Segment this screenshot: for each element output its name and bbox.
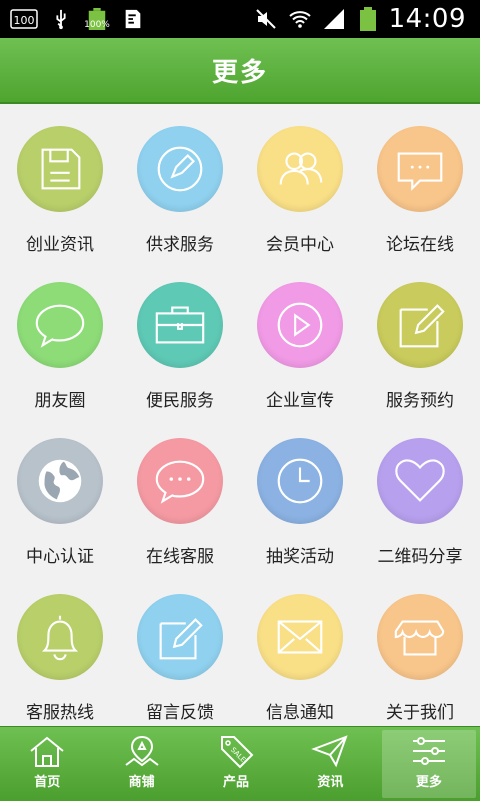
globe-icon <box>38 459 82 503</box>
nav-label: 资讯 <box>317 775 344 790</box>
grid-item-label: 客服热线 <box>26 703 94 723</box>
icon-circle <box>257 594 343 680</box>
grid-item-online-service[interactable]: 在线客服 <box>120 416 240 572</box>
grid-item-label: 会员中心 <box>266 235 334 255</box>
clock-time: 14:09 <box>388 4 466 34</box>
icon-circle <box>377 282 463 368</box>
home-icon <box>30 736 64 767</box>
icon-circle <box>137 438 223 524</box>
grid-item-friends-circle[interactable]: 朋友圈 <box>0 260 120 416</box>
nav-label: 首页 <box>34 775 61 790</box>
nav-item-news[interactable]: 资讯 <box>283 727 377 801</box>
nav-label: 产品 <box>223 775 250 790</box>
grid-item-promotion[interactable]: 企业宣传 <box>240 260 360 416</box>
icon-circle <box>137 594 223 680</box>
pencil-circle-icon <box>157 146 203 192</box>
grid-item-label: 关于我们 <box>386 703 454 723</box>
icon-circle <box>377 594 463 680</box>
sim-card-icon: 100 <box>10 6 38 32</box>
sale-tag-icon: SALE <box>221 736 254 769</box>
paper-plane-icon <box>311 735 349 768</box>
svg-text:100: 100 <box>14 14 35 27</box>
grid-item-label: 抽奖活动 <box>266 547 334 567</box>
wifi-icon <box>287 6 313 32</box>
grid-item-forum-online[interactable]: 论坛在线 <box>360 104 480 260</box>
grid-item-label: 二维码分享 <box>377 547 463 567</box>
battery-full-icon: 100% <box>84 6 110 32</box>
page-title: 更多 <box>211 57 268 88</box>
signal-icon <box>321 6 347 32</box>
grid-item-label: 企业宣传 <box>266 391 334 411</box>
icon-circle <box>257 438 343 524</box>
usb-icon <box>48 6 74 32</box>
speech-bubble-icon <box>35 304 85 348</box>
grid-item-label: 供求服务 <box>146 235 214 255</box>
bottom-nav: 首页 商铺 SALE 产品 资讯 更多 <box>0 726 480 801</box>
mute-icon <box>253 6 279 32</box>
icon-circle <box>17 594 103 680</box>
grid-item-label: 便民服务 <box>146 391 214 411</box>
write-box-icon <box>159 618 203 660</box>
grid-item-label: 论坛在线 <box>386 235 454 255</box>
grid-item-qr-share[interactable]: 二维码分享 <box>360 416 480 572</box>
map-pin-icon <box>125 735 159 767</box>
nav-item-more[interactable]: 更多 <box>381 730 477 798</box>
icon-circle <box>257 126 343 212</box>
icon-circle <box>17 282 103 368</box>
grid-item-hotline[interactable]: 客服热线 <box>0 572 120 726</box>
envelope-icon <box>277 620 323 654</box>
status-bar: 100 100% 14:09 <box>0 0 480 38</box>
chat-dots-icon <box>155 460 205 504</box>
grid-item-label: 在线客服 <box>146 547 214 567</box>
icon-circle <box>377 438 463 524</box>
icon-circle <box>137 126 223 212</box>
grid-item-label: 朋友圈 <box>34 391 86 411</box>
page-header: 更多 <box>0 38 480 104</box>
nav-label: 更多 <box>415 775 442 790</box>
icon-circle <box>257 282 343 368</box>
grid-item-feedback[interactable]: 留言反馈 <box>120 572 240 726</box>
icon-circle <box>137 282 223 368</box>
grid-item-label: 创业资讯 <box>26 235 94 255</box>
sliders-icon <box>412 737 445 765</box>
grid-item-startup-news[interactable]: 创业资讯 <box>0 104 120 260</box>
briefcase-icon <box>155 306 205 344</box>
icon-circle <box>17 438 103 524</box>
nav-label: 商铺 <box>128 775 155 790</box>
grid-item-supply-demand[interactable]: 供求服务 <box>120 104 240 260</box>
chat-bubble-icon <box>397 152 443 191</box>
nav-item-shops[interactable]: 商铺 <box>94 727 188 801</box>
grid-item-convenience[interactable]: 便民服务 <box>120 260 240 416</box>
edit-note-icon <box>399 304 445 348</box>
grid-item-certification[interactable]: 中心认证 <box>0 416 120 572</box>
grid-item-label: 留言反馈 <box>146 703 214 723</box>
shop-icon <box>394 620 445 656</box>
document-icon <box>120 6 146 32</box>
users-icon <box>279 152 323 185</box>
clock-icon <box>277 458 323 504</box>
heart-icon <box>395 459 445 502</box>
grid-item-reservation[interactable]: 服务预约 <box>360 260 480 416</box>
icon-circle <box>17 126 103 212</box>
floppy-disk-icon <box>41 148 81 190</box>
feature-grid: 创业资讯 供求服务 会员中心 论坛在线 朋友圈 便民服务 企业宣传 服务预约 中… <box>0 104 480 726</box>
grid-item-notification[interactable]: 信息通知 <box>240 572 360 726</box>
grid-item-about-us[interactable]: 关于我们 <box>360 572 480 726</box>
bell-icon <box>41 615 79 661</box>
grid-item-label: 中心认证 <box>26 547 94 567</box>
grid-item-lottery[interactable]: 抽奖活动 <box>240 416 360 572</box>
nav-item-products[interactable]: SALE 产品 <box>189 727 283 801</box>
icon-circle <box>377 126 463 212</box>
battery-icon <box>355 6 381 32</box>
grid-item-member-center[interactable]: 会员中心 <box>240 104 360 260</box>
grid-item-label: 服务预约 <box>386 391 454 411</box>
play-circle-icon <box>277 302 323 348</box>
nav-item-home[interactable]: 首页 <box>0 727 94 801</box>
grid-item-label: 信息通知 <box>266 703 334 723</box>
